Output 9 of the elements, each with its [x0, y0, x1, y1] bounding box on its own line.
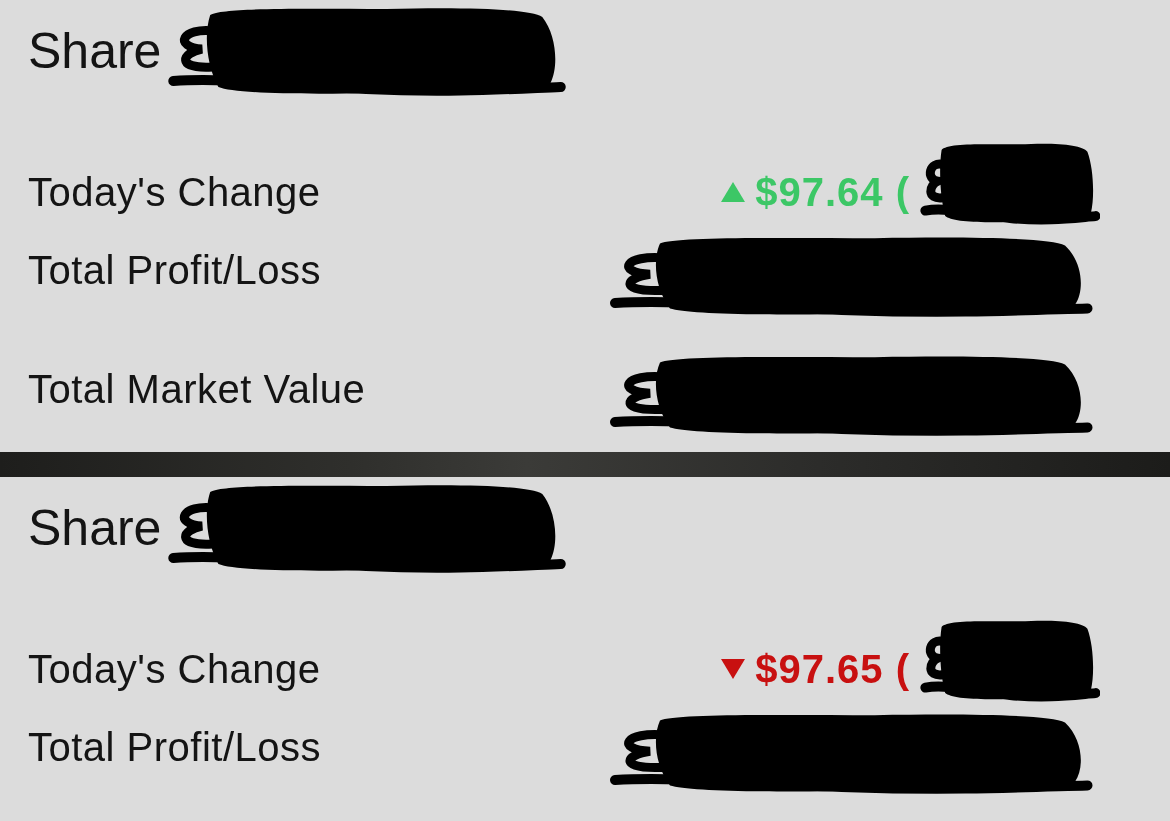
row-label: Total Market Value	[28, 366, 367, 412]
section-title: Share	[28, 499, 162, 558]
row-label: Total Profit/Loss	[28, 247, 323, 293]
change-value: $97.64 (	[755, 169, 910, 215]
row-label: Today's Change	[28, 169, 322, 215]
change-value: $97.65 (	[755, 646, 910, 692]
row-label: Today's Change	[28, 646, 322, 692]
row-label: Total Profit/Loss	[28, 724, 323, 770]
section-title: Share	[28, 22, 162, 81]
